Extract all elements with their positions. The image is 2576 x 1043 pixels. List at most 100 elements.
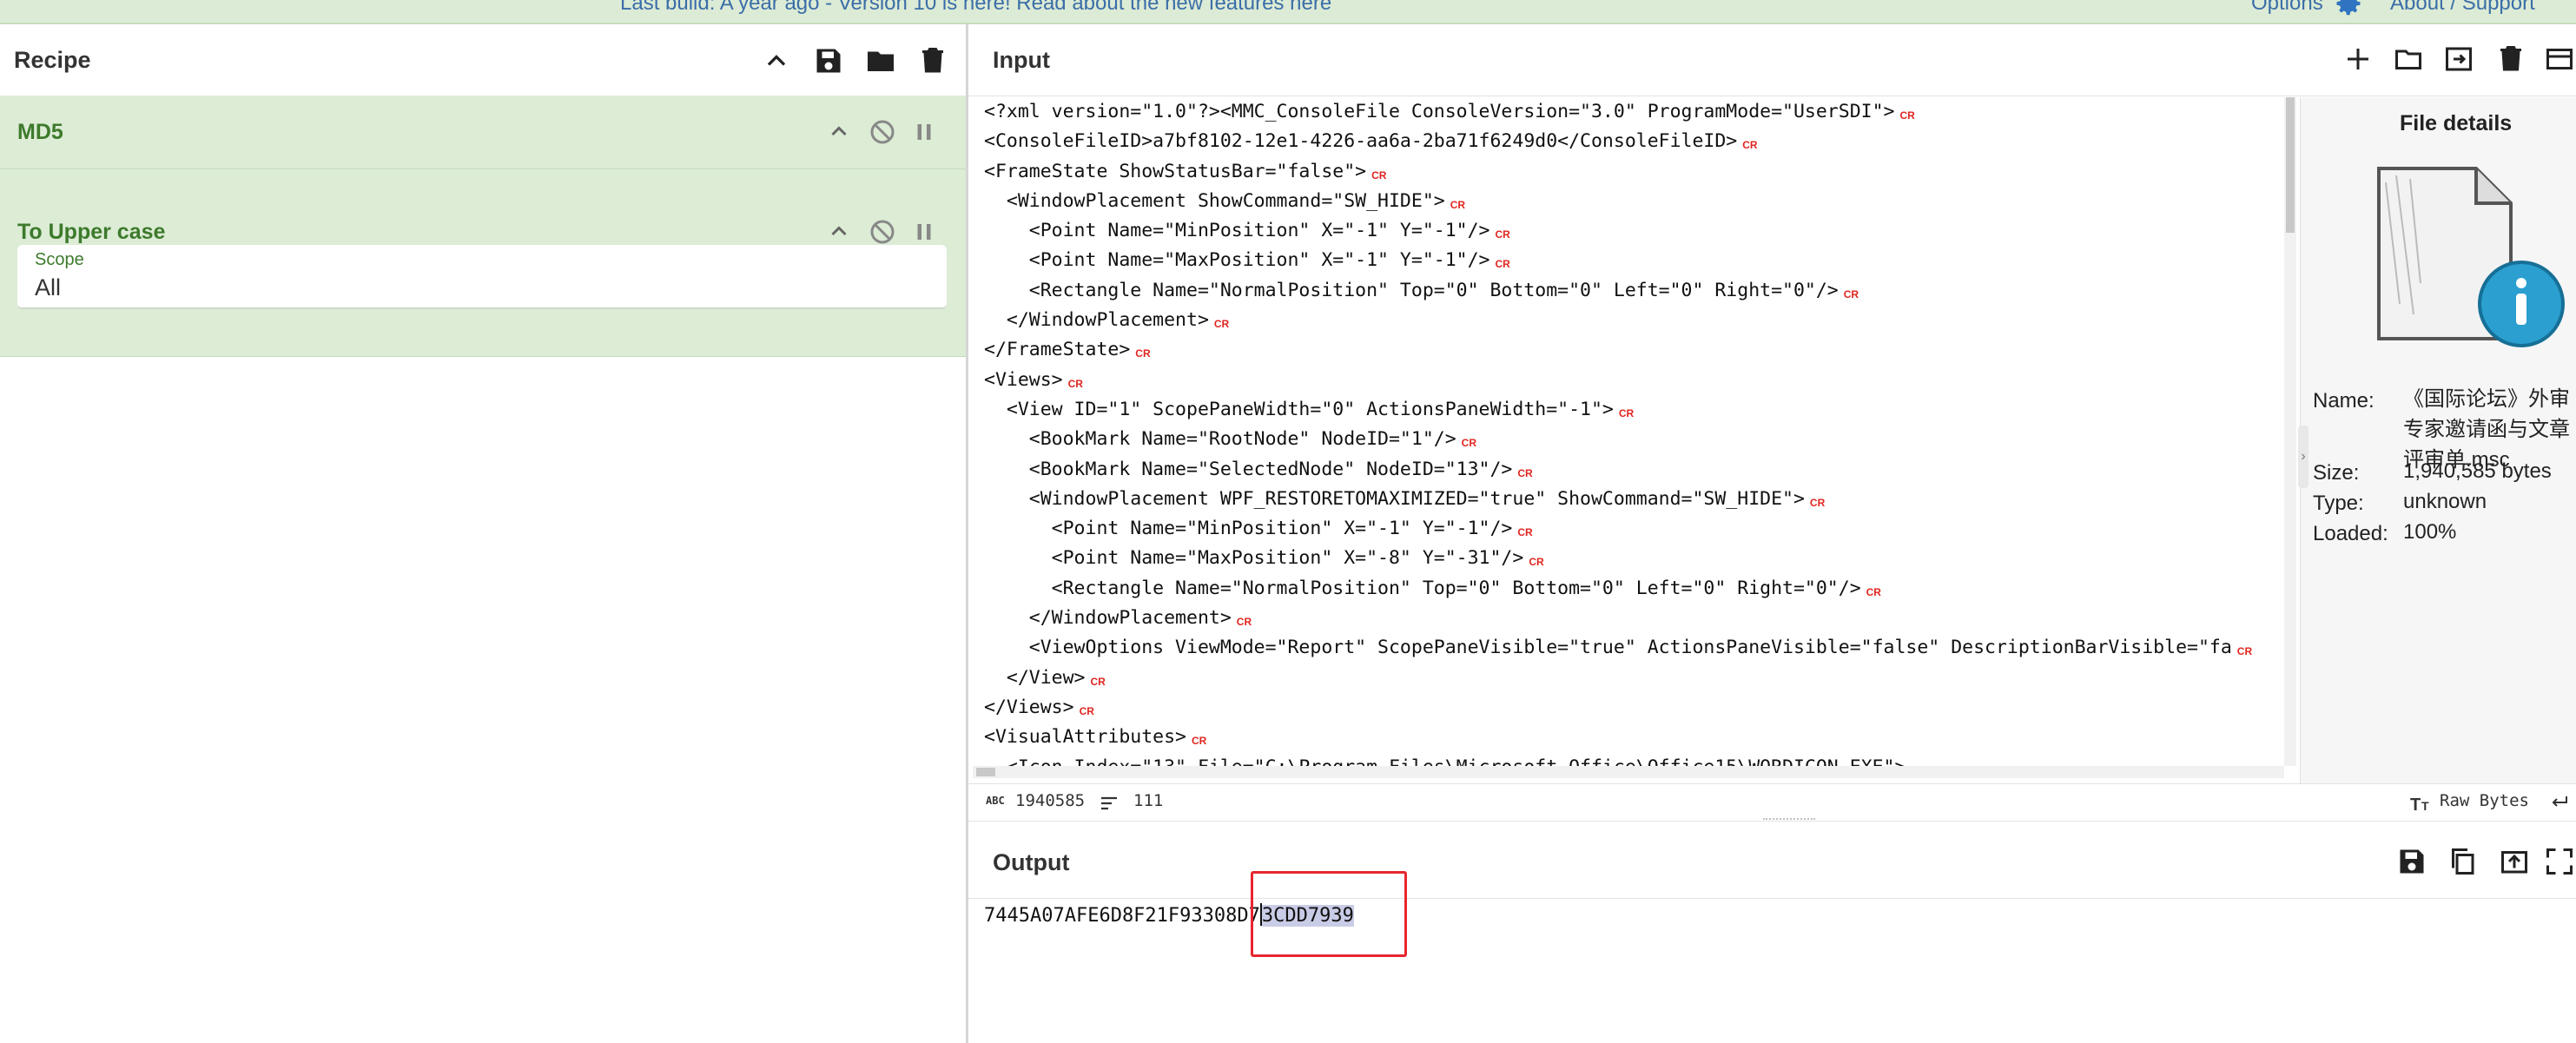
text-size-icon[interactable]: TT [2410, 792, 2434, 815]
carriage-return-marker: CR [1899, 109, 1915, 122]
input-line-text: </FrameState> [984, 339, 1131, 361]
save-icon [2400, 849, 2424, 874]
disable-icon[interactable] [867, 216, 898, 248]
layout-icon [2546, 49, 2573, 69]
type-label: Type: [2313, 492, 2364, 515]
load-recipe-button[interactable] [863, 43, 898, 78]
input-line-text: <Point Name="MaxPosition" X="-1" Y="-1"/… [984, 249, 1490, 272]
gear-icon[interactable] [2333, 0, 2364, 19]
input-line: <Icon Index="13" File="C:\Program Files\… [984, 753, 2282, 766]
input-header: Input [968, 24, 2576, 96]
input-line-text: <Views> [984, 368, 1063, 391]
scope-dropdown[interactable]: Scope All [17, 245, 947, 309]
scope-label: Scope [35, 250, 84, 269]
input-vertical-scrollbar[interactable] [2284, 97, 2296, 766]
save-output-button[interactable] [2394, 844, 2429, 879]
collapse-all-button[interactable] [759, 43, 794, 78]
input-line: <Point Name="MaxPosition" X="-1" Y="-1"/… [984, 246, 2282, 275]
carriage-return-marker: CR [1517, 526, 1533, 539]
copy-output-button[interactable] [2445, 844, 2480, 879]
input-line: </WindowPlacement> CR [984, 604, 2282, 633]
input-line: <Rectangle Name="NormalPosition" Top="0"… [984, 276, 2282, 306]
input-line: <FrameState ShowStatusBar="false"> CR [984, 157, 2282, 187]
input-line: <WindowPlacement WPF_RESTORETOMAXIMIZED=… [984, 485, 2282, 514]
carriage-return-marker: CR [1461, 437, 1476, 450]
lines-icon [1101, 796, 1117, 810]
upload-icon [2501, 851, 2527, 874]
scope-value: All [35, 274, 62, 300]
disable-icon[interactable] [867, 116, 898, 148]
input-line-text: <WindowPlacement ShowCommand="SW_HIDE"> [984, 189, 1445, 212]
input-line: <Point Name="MinPosition" X="-1" Y="-1"/… [984, 514, 2282, 544]
open-folder-button[interactable] [2391, 42, 2426, 76]
name-value-line: 《国际论坛》外审 [2403, 387, 2570, 411]
input-line-text: </WindowPlacement> [984, 607, 1232, 630]
collapse-details-handle[interactable]: › [2298, 426, 2308, 488]
output-text: 7445A07AFE6D8F21F93308D7 [984, 905, 1260, 927]
pause-icon[interactable] [908, 216, 940, 248]
input-line-text: </WindowPlacement> [984, 309, 1209, 332]
reset-layout-button[interactable] [2542, 42, 2576, 76]
input-horizontal-scrollbar[interactable] [973, 766, 2284, 778]
carriage-return-marker: CR [1450, 198, 1466, 211]
name-value-line: 专家邀请函与文章 [2403, 418, 2570, 441]
notice-text: Last build: A year ago - Version 10 is h… [620, 0, 1285, 15]
replace-input-button[interactable] [2497, 844, 2532, 879]
carriage-return-marker: CR [1371, 168, 1387, 182]
scrollbar-thumb[interactable] [2286, 97, 2295, 233]
carriage-return-marker: CR [2236, 645, 2253, 658]
input-line-count: 111 [1133, 791, 1164, 810]
input-line: <Point Name="MaxPosition" X="-8" Y="-31"… [984, 544, 2282, 573]
chevron-up-icon[interactable] [823, 116, 855, 148]
trash-icon [2500, 46, 2521, 71]
input-line: </FrameState> CR [984, 335, 2282, 365]
carriage-return-marker: CR [1866, 585, 1881, 598]
carriage-return-marker: CR [1090, 675, 1106, 688]
file-details-title: File details [2400, 111, 2513, 135]
operation-md5[interactable]: MD5 [0, 96, 966, 169]
input-line: <?xml version="1.0"?><MMC_ConsoleFile Co… [984, 97, 2282, 127]
save-recipe-button[interactable] [811, 43, 846, 78]
open-file-button[interactable] [2441, 42, 2476, 76]
notice-link[interactable]: here [1290, 0, 1331, 15]
clear-input-button[interactable] [2493, 42, 2528, 76]
chevron-up-icon [767, 55, 786, 66]
input-line-text: <BookMark Name="RootNode" NodeID="1"/> [984, 428, 1456, 451]
pause-icon[interactable] [908, 116, 940, 148]
about-support-link[interactable]: About / Support [2390, 0, 2535, 16]
pane-resize-handle[interactable] [1763, 818, 1815, 823]
carriage-return-marker: CR [1213, 318, 1230, 331]
add-tab-button[interactable] [2341, 42, 2375, 76]
carriage-return-marker: CR [1809, 496, 1826, 509]
folder-open-icon [2395, 50, 2421, 69]
carriage-return-marker: CR [1529, 556, 1544, 569]
input-line-text: <FrameState ShowStatusBar="false"> [984, 160, 1367, 182]
maximise-output-button[interactable] [2542, 844, 2576, 879]
word-wrap-icon[interactable] [2547, 792, 2572, 813]
scrollbar-thumb[interactable] [976, 768, 995, 776]
input-line-text: <Rectangle Name="NormalPosition" Top="0"… [984, 279, 1839, 301]
abc-icon: ABC [986, 795, 1005, 807]
encoding-selector[interactable]: Raw Bytes [2440, 791, 2529, 810]
input-line: <Point Name="MinPosition" X="-1" Y="-1"/… [984, 216, 2282, 246]
trash-icon [922, 48, 943, 73]
input-line-text: <Point Name="MinPosition" X="-1" Y="-1"/… [984, 518, 1513, 540]
input-line: <ConsoleFileID>a7bf8102-12e1-4226-aa6a-2… [984, 127, 2282, 156]
carriage-return-marker: CR [1843, 287, 1859, 300]
chevron-up-icon[interactable] [823, 216, 855, 248]
input-line-text: <VisualAttributes> [984, 726, 1186, 749]
loaded-label: Loaded: [2313, 522, 2388, 545]
clear-recipe-button[interactable] [915, 43, 950, 78]
input-length: 1940585 [1015, 791, 1086, 810]
input-line: </View> CR [984, 663, 2282, 693]
name-label: Name: [2313, 389, 2375, 413]
input-line: <BookMark Name="SelectedNode" NodeID="13… [984, 455, 2282, 485]
options-link[interactable]: Options [2251, 0, 2323, 16]
copy-icon [2452, 848, 2474, 875]
input-textarea[interactable]: <?xml version="1.0"?><MMC_ConsoleFile Co… [984, 97, 2282, 766]
svg-text:T: T [2410, 795, 2421, 815]
version-notice: Last build: A year ago - Version 10 is h… [620, 0, 1331, 16]
input-line-text: <ViewOptions ViewMode="Report" ScopePane… [984, 637, 2232, 659]
input-line: <Views> CR [984, 366, 2282, 395]
loaded-value: 100% [2403, 520, 2457, 544]
